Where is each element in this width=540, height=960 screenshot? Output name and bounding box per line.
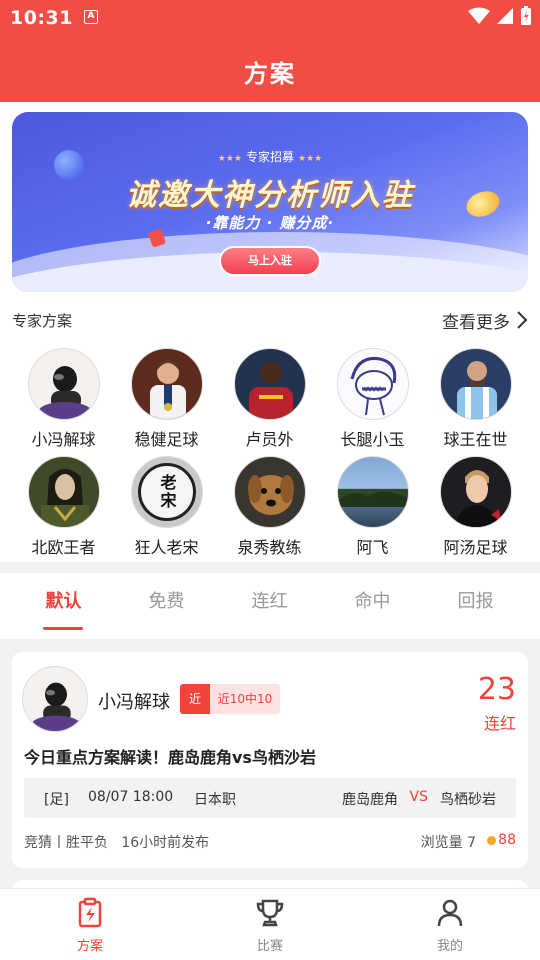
battery-icon xyxy=(521,6,531,25)
avatar xyxy=(233,348,306,420)
expert-name: 阿飞 xyxy=(356,538,389,557)
avatar xyxy=(27,456,100,528)
expert-item[interactable]: 卢员外 xyxy=(218,348,321,450)
recruit-banner[interactable]: ★★★ 专家招募 ★★★ 诚邀大神分析师入驻 ·靠能力 · 赚分成· 马上入驻 xyxy=(12,112,528,292)
signal-icon xyxy=(497,8,513,24)
app-header: 方案 xyxy=(0,36,540,102)
person-icon xyxy=(437,899,463,927)
expert-item[interactable]: 阿汤足球 xyxy=(424,456,527,558)
match-info: [足] 08/07 18:00 日本职 鹿岛鹿角 VS 鸟栖砂岩 xyxy=(24,778,516,818)
expert-item[interactable]: 阿飞 xyxy=(321,456,424,558)
expert-section-header: 专家方案 查看更多 xyxy=(12,308,528,333)
nav-match[interactable]: 比赛 xyxy=(180,889,360,960)
expert-item[interactable]: 长腿小玉 xyxy=(321,348,424,450)
vs-label: VS xyxy=(409,789,428,805)
avatar xyxy=(233,456,306,528)
tab-streak[interactable]: 连红 xyxy=(218,573,321,639)
star-icons: ★★★ xyxy=(298,154,323,164)
avatar[interactable] xyxy=(22,666,88,732)
nav-label: 我的 xyxy=(436,939,463,954)
nav-label: 方案 xyxy=(76,939,103,954)
expert-section-title: 专家方案 xyxy=(12,312,73,330)
status-time: 10:31 xyxy=(10,7,73,29)
expert-name: 泉秀教练 xyxy=(237,538,302,557)
expert-name: 小冯解球 xyxy=(31,430,96,449)
avatar xyxy=(27,348,100,420)
coin-icon xyxy=(487,836,496,845)
avatar xyxy=(439,348,512,420)
match-competition: 日本职 xyxy=(194,792,236,808)
expert-item[interactable]: 泉秀教练 xyxy=(218,456,321,558)
nav-profile[interactable]: 我的 xyxy=(360,889,540,960)
streak-label: 连红 xyxy=(483,714,516,733)
avatar xyxy=(336,348,409,420)
status-icons xyxy=(468,6,532,26)
expert-name: 狂人老宋 xyxy=(134,538,199,557)
home-team: 鹿岛鹿角 xyxy=(342,792,398,808)
expert-item[interactable]: 稳健足球 xyxy=(115,348,218,450)
avatar xyxy=(439,456,512,528)
match-league: [足] xyxy=(44,792,69,808)
nav-plan[interactable]: 方案 xyxy=(0,889,180,960)
recent-badge: 近 xyxy=(180,684,210,714)
expert-name: 稳健足球 xyxy=(134,430,199,449)
plan-headline: 今日重点方案解读！鹿岛鹿角vs鸟栖沙岩 xyxy=(24,748,316,767)
chevron-right-icon[interactable] xyxy=(516,310,528,330)
wifi-icon xyxy=(468,7,490,24)
avatar: 老宋 xyxy=(130,456,203,528)
star-icons: ★★★ xyxy=(217,154,242,164)
active-tab-indicator xyxy=(43,627,83,630)
away-team: 鸟栖砂岩 xyxy=(440,792,496,808)
filter-tab-bar: 默认 免费 连红 命中 回报 xyxy=(0,573,540,639)
expert-item[interactable]: 球王在世 xyxy=(424,348,527,450)
expert-name: 阿汤足球 xyxy=(443,538,508,557)
streak-count: 23 xyxy=(477,672,516,707)
expert-item[interactable]: 北欧王者 xyxy=(12,456,115,558)
tab-hit-rate[interactable]: 命中 xyxy=(321,573,424,639)
avatar-seal: 老宋 xyxy=(137,463,196,521)
top-section: ★★★ 专家招募 ★★★ 诚邀大神分析师入驻 ·靠能力 · 赚分成· 马上入驻 专家… xyxy=(0,102,540,562)
bottom-nav: 方案 比赛 我的 xyxy=(0,888,540,960)
banner-subtitle: ★★★ 专家招募 ★★★ xyxy=(12,148,528,165)
plan-card[interactable]: 小冯解球 近 近10中10 23 连红 今日重点方案解读！鹿岛鹿角vs鸟栖沙岩 … xyxy=(12,652,528,868)
page-title: 方案 xyxy=(244,60,296,88)
expert-name: 北欧王者 xyxy=(31,538,96,557)
status-bar: 10:31 A xyxy=(0,0,540,36)
match-time: 08/07 18:00 xyxy=(88,789,174,805)
price: 88 xyxy=(498,832,516,848)
nav-label: 比赛 xyxy=(256,939,283,954)
trophy-icon xyxy=(256,899,284,927)
expert-name: 卢员外 xyxy=(245,430,294,449)
record-badge: 近10中10 xyxy=(210,684,280,714)
expert-item[interactable]: 小冯解球 xyxy=(12,348,115,450)
expert-name: 长腿小玉 xyxy=(340,430,405,449)
tab-free[interactable]: 免费 xyxy=(115,573,218,639)
app-notification-icon: A xyxy=(84,10,98,24)
banner-title: 诚邀大神分析师入驻 xyxy=(126,178,414,213)
avatar-text: 老宋 xyxy=(157,474,177,510)
tab-return[interactable]: 回报 xyxy=(424,573,527,639)
join-now-button[interactable]: 马上入驻 xyxy=(219,246,321,276)
expert-name: 球王在世 xyxy=(443,430,508,449)
banner-subtitle-text: 专家招募 xyxy=(245,150,294,164)
view-count: 浏览量 7 xyxy=(420,835,476,851)
author-name[interactable]: 小冯解球 xyxy=(98,688,170,714)
view-more-link[interactable]: 查看更多 xyxy=(442,308,510,333)
avatar xyxy=(336,456,409,528)
plan-meta: 竞猜丨胜平负 16小时前发布 xyxy=(24,835,210,851)
expert-item[interactable]: 老宋 狂人老宋 xyxy=(115,456,218,558)
banner-tagline: ·靠能力 · 赚分成· xyxy=(205,214,335,232)
plan-icon xyxy=(78,897,102,928)
avatar xyxy=(130,348,203,420)
